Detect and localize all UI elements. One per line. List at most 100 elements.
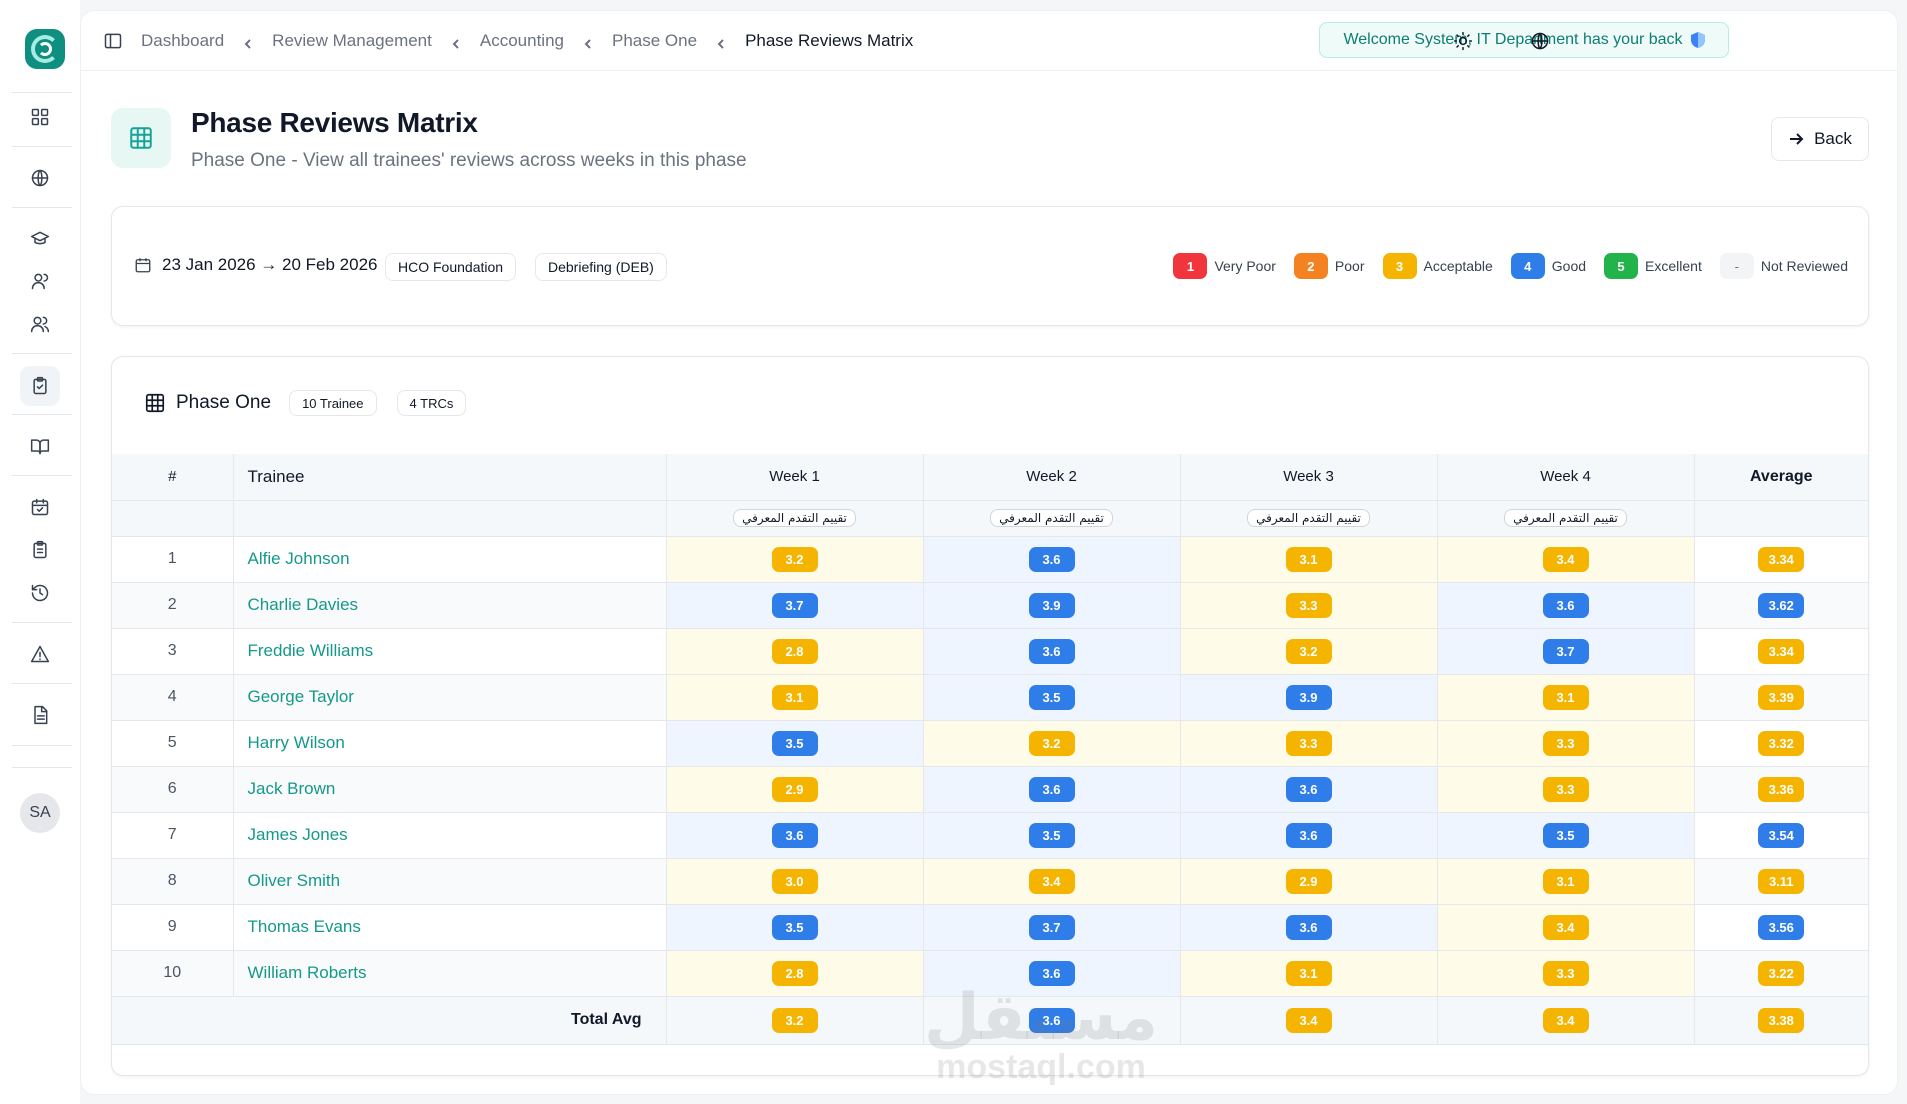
app-logo[interactable] <box>25 29 65 69</box>
sidebar-toggle-icon[interactable] <box>103 31 123 51</box>
trainee-name-link[interactable]: Alfie Johnson <box>233 536 667 583</box>
welcome-text: Welcome System, IT Department has your b… <box>1343 31 1683 48</box>
score-cell[interactable]: 3.1 <box>666 674 924 721</box>
trainee-name-link[interactable]: Freddie Williams <box>233 628 667 675</box>
score-cell[interactable]: 3.6 <box>1180 904 1438 951</box>
score-badge: 3.7 <box>1028 914 1075 940</box>
trainee-name-link[interactable]: Harry Wilson <box>233 720 667 767</box>
score-cell[interactable]: 2.9 <box>666 766 924 813</box>
score-cell[interactable]: 3.3 <box>1180 582 1438 629</box>
score-cell[interactable]: 3.1 <box>1180 536 1438 583</box>
trainee-name-link[interactable]: Charlie Davies <box>233 582 667 629</box>
score-badge: 3.3 <box>1542 730 1589 756</box>
score-badge: 2.9 <box>771 776 818 802</box>
score-cell[interactable]: 3.6 <box>1180 766 1438 813</box>
score-cell[interactable]: 3.5 <box>1437 812 1695 859</box>
average-cell: 3.56 <box>1694 904 1868 951</box>
calendar-check-icon[interactable] <box>28 495 52 519</box>
back-label: Back <box>1814 129 1852 148</box>
score-cell[interactable]: 3.0 <box>666 858 924 905</box>
average-cell: 3.62 <box>1694 582 1868 629</box>
score-cell[interactable]: 3.1 <box>1180 950 1438 997</box>
average-badge: 3.39 <box>1758 684 1805 710</box>
sun-icon[interactable] <box>1451 29 1475 53</box>
arrow-right-icon <box>1790 133 1804 145</box>
sidebar-divider <box>12 683 72 684</box>
score-cell[interactable]: 3.5 <box>923 812 1181 859</box>
clipboard-check-icon[interactable] <box>20 366 60 406</box>
score-cell[interactable]: 3.5 <box>666 904 924 951</box>
week-4-review-type: تقييم التقدم المعرفي <box>1504 509 1627 527</box>
score-cell[interactable]: 3.4 <box>1437 536 1695 583</box>
score-cell[interactable]: 3.6 <box>923 950 1181 997</box>
breadcrumb-dashboard[interactable]: Dashboard <box>141 31 224 51</box>
avatar[interactable]: SA <box>20 793 60 833</box>
score-cell[interactable]: 3.7 <box>1437 628 1695 675</box>
score-cell[interactable]: 3.4 <box>923 858 1181 905</box>
total-average: 3.38 <box>1758 1007 1805 1033</box>
score-badge: 3.5 <box>1028 684 1075 710</box>
book-open-icon[interactable] <box>28 434 52 458</box>
score-badge: 3.6 <box>1028 960 1075 986</box>
page-title: Phase Reviews Matrix <box>191 107 478 138</box>
average-cell: 3.54 <box>1694 812 1868 859</box>
score-cell[interactable]: 3.6 <box>666 812 924 859</box>
trainee-name-link[interactable]: Jack Brown <box>233 766 667 813</box>
history-icon[interactable] <box>28 581 52 605</box>
breadcrumb-phase-one[interactable]: Phase One <box>612 31 697 51</box>
score-cell[interactable]: 3.3 <box>1180 720 1438 767</box>
globe-icon[interactable] <box>1528 29 1552 53</box>
score-badge: 3.1 <box>771 684 818 710</box>
score-cell[interactable]: 3.3 <box>1437 766 1695 813</box>
score-cell[interactable]: 3.2 <box>923 720 1181 767</box>
row-index: 8 <box>112 858 234 905</box>
score-cell[interactable]: 3.6 <box>923 536 1181 583</box>
file-text-icon[interactable] <box>28 703 52 727</box>
score-cell[interactable]: 3.1 <box>1437 858 1695 905</box>
score-cell[interactable]: 3.6 <box>923 766 1181 813</box>
score-cell[interactable]: 3.5 <box>666 720 924 767</box>
score-cell[interactable]: 2.9 <box>1180 858 1438 905</box>
users-icon[interactable] <box>28 312 52 336</box>
average-cell: 3.11 <box>1694 858 1868 905</box>
score-cell[interactable]: 3.1 <box>1437 674 1695 721</box>
score-cell[interactable]: 3.4 <box>1437 904 1695 951</box>
legend-excellent: 5 Excellent <box>1604 253 1702 279</box>
score-cell[interactable]: 2.8 <box>666 628 924 675</box>
score-cell[interactable]: 3.9 <box>923 582 1181 629</box>
score-cell[interactable]: 3.6 <box>1437 582 1695 629</box>
score-badge: 3.1 <box>1542 868 1589 894</box>
average-cell: 3.22 <box>1694 950 1868 997</box>
score-cell[interactable]: 3.7 <box>666 582 924 629</box>
score-cell[interactable]: 3.7 <box>923 904 1181 951</box>
clipboard-list-icon[interactable] <box>28 538 52 562</box>
trainee-name-link[interactable]: Thomas Evans <box>233 904 667 951</box>
score-cell[interactable]: 3.6 <box>1180 812 1438 859</box>
breadcrumb-accounting[interactable]: Accounting <box>480 31 564 51</box>
trainee-name-link[interactable]: Oliver Smith <box>233 858 667 905</box>
score-cell[interactable]: 3.5 <box>923 674 1181 721</box>
user-icon[interactable] <box>28 269 52 293</box>
trainee-name-link[interactable]: George Taylor <box>233 674 667 721</box>
grid-icon[interactable] <box>28 105 52 129</box>
score-cell[interactable]: 3.6 <box>923 628 1181 675</box>
trainee-name-link[interactable]: William Roberts <box>233 950 667 997</box>
score-cell[interactable]: 3.3 <box>1437 720 1695 767</box>
score-badge: 3.3 <box>1542 776 1589 802</box>
graduation-cap-icon[interactable] <box>28 227 52 251</box>
table-row: 8 Oliver Smith 3.0 3.4 2.9 3.1 3.11 <box>112 858 1868 905</box>
score-cell[interactable]: 3.3 <box>1437 950 1695 997</box>
score-cell[interactable]: 3.2 <box>666 536 924 583</box>
trainee-name-link[interactable]: James Jones <box>233 812 667 859</box>
matrix-header: Phase One 10 Trainee 4 TRCs <box>144 390 476 416</box>
breadcrumb-review-management[interactable]: Review Management <box>272 31 432 51</box>
score-cell[interactable]: 3.2 <box>1180 628 1438 675</box>
globe-brain-icon[interactable] <box>28 166 52 190</box>
score-badge: 3.5 <box>771 730 818 756</box>
score-cell[interactable]: 3.9 <box>1180 674 1438 721</box>
back-button[interactable]: Back <box>1771 117 1869 161</box>
alert-triangle-icon[interactable] <box>28 642 52 666</box>
row-index: 9 <box>112 904 234 951</box>
score-cell[interactable]: 2.8 <box>666 950 924 997</box>
score-badge: 3.7 <box>1542 638 1589 664</box>
